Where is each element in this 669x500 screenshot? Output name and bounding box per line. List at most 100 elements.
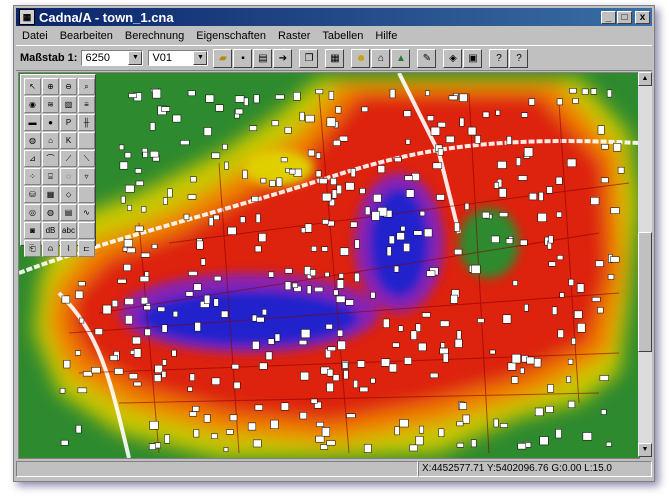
- building[interactable]: [419, 425, 424, 434]
- building[interactable]: [322, 192, 332, 202]
- building[interactable]: [203, 127, 212, 136]
- building[interactable]: [572, 98, 579, 104]
- building[interactable]: [180, 140, 190, 146]
- building[interactable]: [590, 88, 597, 95]
- building[interactable]: [203, 414, 211, 423]
- traffic-light-icon[interactable]: ●: [42, 114, 59, 131]
- grid-icon[interactable]: ▦: [42, 186, 59, 203]
- building[interactable]: [606, 89, 612, 98]
- building[interactable]: [556, 211, 562, 218]
- building[interactable]: [307, 149, 315, 157]
- paint-icon[interactable]: ⬦: [60, 186, 77, 203]
- building[interactable]: [60, 439, 69, 446]
- building[interactable]: [591, 297, 601, 302]
- building[interactable]: [357, 360, 365, 368]
- building[interactable]: [211, 377, 221, 385]
- building[interactable]: [577, 323, 586, 333]
- calculator-button[interactable]: ▦: [325, 48, 345, 68]
- building[interactable]: [493, 182, 499, 189]
- building[interactable]: [143, 305, 151, 311]
- building[interactable]: [192, 406, 200, 412]
- building[interactable]: [187, 194, 197, 200]
- menu-tabellen[interactable]: Tabellen: [316, 30, 369, 42]
- building[interactable]: [299, 111, 305, 122]
- building[interactable]: [157, 306, 166, 312]
- building[interactable]: [539, 436, 549, 446]
- building[interactable]: [139, 276, 150, 282]
- building[interactable]: [331, 189, 338, 199]
- building[interactable]: [233, 381, 241, 389]
- building[interactable]: [117, 278, 127, 284]
- building[interactable]: [235, 95, 245, 103]
- grid-calc-button[interactable]: ☻: [351, 48, 371, 68]
- save-button[interactable]: ▪: [233, 48, 253, 68]
- building[interactable]: [511, 353, 521, 364]
- building[interactable]: [600, 177, 609, 184]
- building[interactable]: [276, 177, 283, 187]
- building[interactable]: [350, 168, 356, 178]
- building[interactable]: [299, 412, 307, 420]
- building[interactable]: [547, 384, 554, 393]
- building[interactable]: [415, 323, 421, 332]
- building[interactable]: [333, 289, 339, 296]
- building[interactable]: [140, 252, 151, 258]
- building[interactable]: [405, 139, 411, 145]
- building[interactable]: [339, 247, 349, 256]
- title-bar[interactable]: ▦ Cadna/A - town_1.cna _ □ x: [16, 8, 652, 26]
- building[interactable]: [316, 421, 324, 427]
- building[interactable]: [600, 409, 607, 415]
- building[interactable]: [555, 176, 563, 185]
- properties-button[interactable]: ◈: [443, 48, 463, 68]
- building[interactable]: [389, 88, 396, 99]
- building[interactable]: [254, 404, 263, 411]
- menu-hilfe[interactable]: Hilfe: [369, 30, 403, 42]
- building[interactable]: [442, 353, 449, 363]
- building[interactable]: [315, 152, 321, 159]
- building[interactable]: [610, 207, 620, 214]
- building[interactable]: [252, 341, 260, 350]
- open-folder-button[interactable]: ▰: [213, 48, 233, 68]
- building[interactable]: [141, 206, 147, 213]
- building[interactable]: [328, 91, 335, 100]
- building[interactable]: [342, 362, 349, 369]
- parking-icon[interactable]: P: [60, 114, 77, 131]
- building[interactable]: [567, 400, 576, 408]
- receiver-points-icon[interactable]: ⁘: [24, 168, 41, 185]
- building[interactable]: [617, 166, 625, 174]
- building[interactable]: [292, 282, 298, 288]
- target-icon[interactable]: ◎: [24, 204, 41, 221]
- building[interactable]: [597, 307, 604, 314]
- building[interactable]: [271, 120, 279, 127]
- building[interactable]: [327, 368, 334, 377]
- building[interactable]: [298, 340, 308, 345]
- line-source-icon[interactable]: ≋: [42, 96, 59, 113]
- building[interactable]: [404, 175, 414, 181]
- building[interactable]: [120, 195, 126, 204]
- app-icon[interactable]: ▦: [19, 9, 35, 25]
- building[interactable]: [537, 212, 547, 222]
- building[interactable]: [450, 294, 458, 304]
- variant-select[interactable]: V01 ▼: [148, 50, 209, 66]
- building[interactable]: [284, 281, 292, 291]
- building[interactable]: [601, 144, 609, 150]
- building[interactable]: [148, 443, 156, 450]
- building[interactable]: [345, 299, 354, 306]
- building[interactable]: [555, 429, 562, 439]
- building[interactable]: [371, 211, 380, 221]
- building[interactable]: [111, 299, 118, 308]
- building[interactable]: [336, 295, 346, 303]
- building[interactable]: [311, 245, 317, 252]
- building[interactable]: [571, 337, 576, 345]
- building[interactable]: [419, 210, 426, 217]
- k-tool-icon[interactable]: K: [60, 132, 77, 149]
- building[interactable]: [474, 135, 481, 144]
- building[interactable]: [581, 88, 589, 95]
- building[interactable]: [135, 180, 144, 186]
- building[interactable]: [517, 443, 527, 450]
- building[interactable]: [534, 407, 544, 417]
- building[interactable]: [335, 106, 342, 114]
- building[interactable]: [426, 115, 434, 122]
- menu-datei[interactable]: Datei: [16, 30, 54, 42]
- building[interactable]: [300, 329, 311, 339]
- building[interactable]: [213, 214, 220, 221]
